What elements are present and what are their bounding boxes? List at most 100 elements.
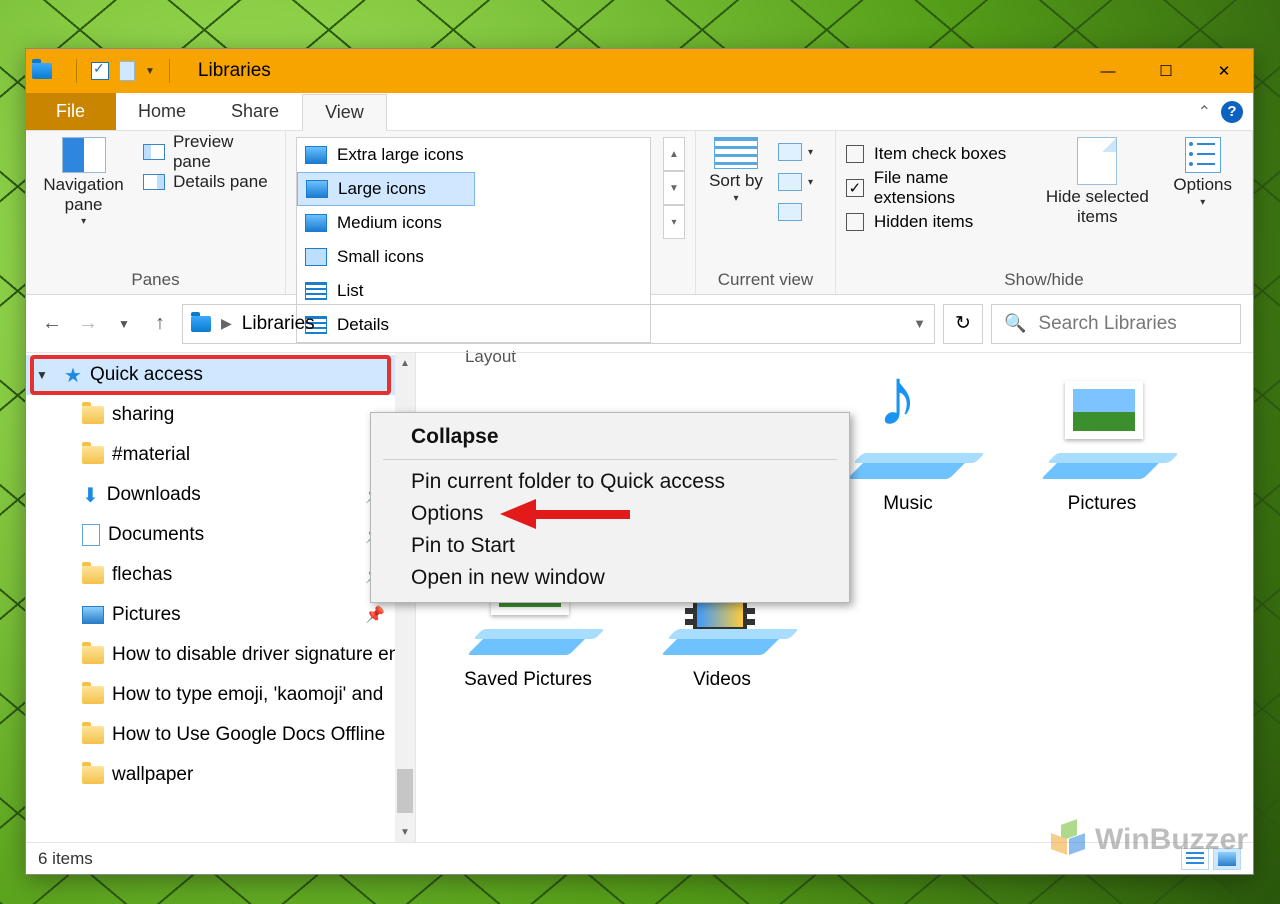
address-dropdown-icon[interactable]: ▼	[913, 316, 926, 331]
item-count: 6 items	[38, 849, 93, 869]
layout-extra-large[interactable]: Extra large icons	[297, 138, 475, 172]
scroll-thumb[interactable]	[397, 769, 413, 813]
item-label: Videos	[693, 669, 751, 691]
tree-item[interactable]: Pictures📌	[26, 595, 415, 635]
ribbon: Navigation pane ▾ Preview pane Details p…	[26, 131, 1253, 295]
ctx-pin-quick-access[interactable]: Pin current folder to Quick access	[371, 466, 849, 498]
item-checkboxes-toggle[interactable]: Item check boxes	[846, 137, 1031, 171]
group-currentview-label: Current view	[706, 266, 825, 292]
hide-selected-icon	[1077, 137, 1117, 185]
tab-view[interactable]: View	[302, 94, 387, 131]
size-columns-button[interactable]	[778, 197, 813, 227]
qat-properties-icon[interactable]	[91, 62, 109, 80]
hidden-items-toggle[interactable]: Hidden items	[846, 205, 1031, 239]
group-by-button[interactable]: ▾	[778, 137, 813, 167]
tree-item[interactable]: How to Use Google Docs Offline	[26, 715, 415, 755]
help-icon[interactable]: ?	[1221, 101, 1243, 123]
details-pane-button[interactable]: Details pane	[143, 167, 275, 197]
tree-item[interactable]: sharing	[26, 395, 415, 435]
tab-home[interactable]: Home	[116, 93, 209, 130]
checkbox-icon	[846, 213, 864, 231]
checkbox-icon	[846, 179, 864, 197]
layout-small[interactable]: Small icons	[297, 240, 475, 274]
titlebar[interactable]: ▼ Libraries — ☐ ✕	[26, 49, 1253, 93]
tree-item[interactable]: Documents📌	[26, 515, 415, 555]
tree-item[interactable]: #material	[26, 435, 415, 475]
folder-icon	[82, 646, 104, 664]
up-button[interactable]: ↑	[146, 310, 174, 338]
navigation-pane-button[interactable]: Navigation pane ▾	[36, 137, 131, 228]
tree-item[interactable]: ⬇Downloads📌	[26, 475, 415, 515]
add-columns-button[interactable]: ▾	[778, 167, 813, 197]
minimize-button[interactable]: —	[1079, 49, 1137, 93]
options-icon	[1185, 137, 1221, 173]
collapse-ribbon-icon[interactable]: ⌃	[1198, 102, 1211, 122]
layout-medium[interactable]: Medium icons	[297, 206, 475, 240]
app-icon	[32, 63, 52, 79]
maximize-button[interactable]: ☐	[1137, 49, 1195, 93]
qat-newfolder-icon[interactable]	[119, 61, 135, 81]
location-icon	[191, 316, 211, 332]
annotation-highlight	[30, 355, 391, 395]
ctx-pin-start[interactable]: Pin to Start	[371, 530, 849, 562]
tree-item[interactable]: flechas📌	[26, 555, 415, 595]
refresh-button[interactable]: ↻	[943, 304, 983, 344]
file-extensions-toggle[interactable]: File name extensions	[846, 171, 1031, 205]
details-pane-label: Details pane	[173, 172, 268, 192]
watermark: WinBuzzer	[1051, 822, 1248, 858]
item-label: Music	[883, 493, 933, 515]
library-item-pictures[interactable]: Pictures	[1020, 373, 1184, 515]
tab-share[interactable]: Share	[209, 93, 302, 130]
library-item-music[interactable]: Music	[826, 373, 990, 515]
pictures-icon	[1065, 381, 1143, 439]
ctx-collapse[interactable]: Collapse	[371, 421, 849, 453]
address-bar[interactable]: ▶ Libraries ▼	[182, 304, 935, 344]
hide-selected-label: Hide selected items	[1043, 187, 1151, 226]
search-icon: 🔍	[1004, 313, 1026, 334]
group-panes-label: Panes	[36, 266, 275, 292]
search-placeholder: Search Libraries	[1038, 313, 1176, 335]
navigation-tree[interactable]: ▼ ★ Quick access sharing #material ⬇Down…	[26, 353, 416, 842]
watermark-text: WinBuzzer	[1095, 823, 1248, 857]
breadcrumb-location[interactable]: Libraries	[242, 313, 315, 335]
scroll-down-icon[interactable]: ▼	[395, 822, 415, 842]
ctx-separator	[383, 459, 837, 460]
watermark-logo-icon	[1051, 822, 1087, 858]
search-box[interactable]: 🔍 Search Libraries	[991, 304, 1241, 344]
sort-by-button[interactable]: Sort by ▾	[706, 137, 766, 204]
downloads-icon: ⬇	[82, 483, 99, 508]
quick-access-icon: ★	[64, 363, 82, 388]
tree-item[interactable]: wallpaper	[26, 755, 415, 795]
documents-icon	[82, 524, 100, 546]
layout-large[interactable]: Large icons	[297, 172, 475, 206]
scroll-up-icon[interactable]: ▲	[395, 353, 415, 373]
hide-selected-button[interactable]: Hide selected items	[1043, 137, 1151, 226]
item-label: Saved Pictures	[464, 669, 592, 691]
layout-scroll-down[interactable]: ▼	[663, 171, 685, 205]
qat-customize-icon[interactable]: ▼	[145, 66, 155, 77]
options-button[interactable]: Options ▾	[1163, 137, 1242, 208]
back-button[interactable]: ←	[38, 310, 66, 338]
forward-button[interactable]: →	[74, 310, 102, 338]
recent-locations-button[interactable]: ▼	[110, 310, 138, 338]
group-by-icon	[778, 143, 802, 161]
ctx-new-window[interactable]: Open in new window	[371, 562, 849, 594]
folder-icon	[82, 726, 104, 744]
tree-item[interactable]: How to disable driver signature en	[26, 635, 415, 675]
tree-item[interactable]: How to type emoji, 'kaomoji' and	[26, 675, 415, 715]
navigation-pane-label: Navigation pane	[36, 175, 131, 214]
group-showhide-label: Show/hide	[846, 266, 1242, 292]
layout-scroll-up[interactable]: ▲	[663, 137, 685, 171]
window-title: Libraries	[198, 60, 271, 82]
layout-scroll-more[interactable]: ▾	[663, 205, 685, 239]
breadcrumb-separator-icon[interactable]: ▶	[221, 315, 232, 332]
chevron-down-icon[interactable]: ▼	[36, 368, 56, 382]
navbar: ← → ▼ ↑ ▶ Libraries ▼ ↻ 🔍 Search Librari…	[26, 295, 1253, 353]
preview-pane-button[interactable]: Preview pane	[143, 137, 275, 167]
folder-icon	[82, 766, 104, 784]
ctx-options[interactable]: Options	[371, 498, 849, 530]
close-button[interactable]: ✕	[1195, 49, 1253, 93]
tab-file[interactable]: File	[26, 93, 116, 130]
tree-quick-access[interactable]: ▼ ★ Quick access	[26, 355, 415, 395]
tree-quick-access-label: Quick access	[90, 364, 203, 386]
